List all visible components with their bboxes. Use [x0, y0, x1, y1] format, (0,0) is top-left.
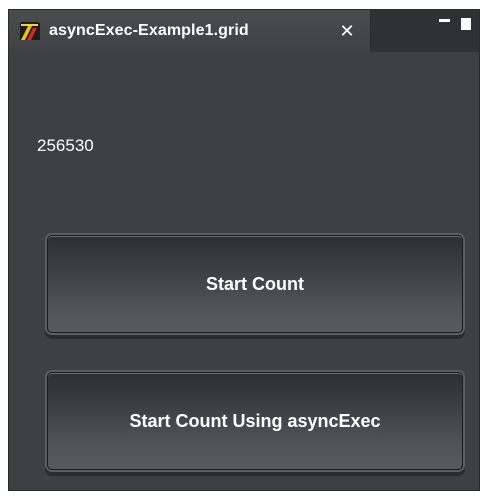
maximize-icon[interactable] [461, 18, 471, 30]
start-count-button[interactable]: Start Count [47, 235, 463, 333]
document-tab[interactable]: asyncExec-Example1.grid ✕ [9, 10, 371, 52]
title-bar: asyncExec-Example1.grid ✕ [9, 10, 479, 52]
count-label: 256530 [37, 136, 94, 155]
app-window: asyncExec-Example1.grid ✕ 256530 Start C… [8, 9, 480, 491]
close-icon[interactable]: ✕ [337, 21, 357, 41]
window-controls [439, 16, 471, 30]
start-count-async-button[interactable]: Start Count Using asyncExec [47, 372, 463, 470]
minimize-icon[interactable] [439, 16, 451, 28]
grid-app-icon [20, 22, 40, 40]
window-title: asyncExec-Example1.grid [49, 22, 249, 39]
